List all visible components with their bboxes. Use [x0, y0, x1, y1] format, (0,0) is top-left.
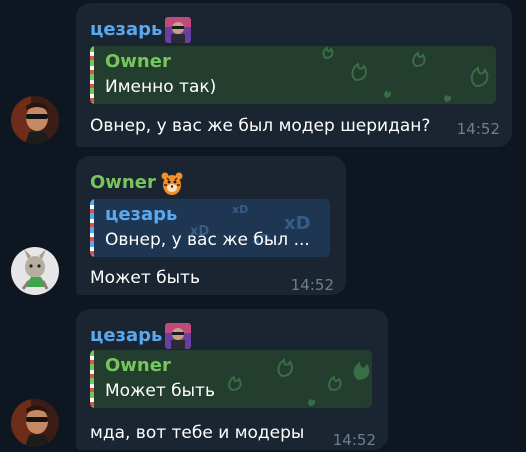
user-avatar[interactable] — [11, 247, 59, 295]
svg-text:xD: xD — [232, 203, 248, 216]
message-time: 14:52 — [456, 120, 500, 138]
message-row-1: цезарь Owner Именно так) Овнер, у вас же… — [0, 0, 526, 150]
sender-name[interactable]: цезарь — [90, 323, 192, 349]
reply-quote[interactable]: Owner Может быть — [90, 350, 372, 408]
sender-name[interactable]: Owner — [90, 170, 185, 196]
tiger-emoji-icon — [159, 170, 185, 196]
message-time: 14:52 — [290, 276, 334, 294]
sender-name[interactable]: цезарь — [90, 17, 192, 43]
message-text: Овнер, у вас же был модер шеридан? — [90, 116, 431, 136]
message-bubble[interactable]: цезарь — [76, 3, 512, 147]
reply-quote[interactable]: Owner Именно так) — [90, 46, 496, 104]
portrait-emoji-icon — [165, 323, 192, 349]
reply-sender-name: Owner — [105, 51, 171, 72]
reply-sender-name: Owner — [105, 355, 171, 376]
reply-accent-bar — [90, 46, 94, 104]
reply-accent-bar — [90, 350, 94, 408]
reply-text: Именно так) — [105, 77, 217, 97]
reply-quote[interactable]: xD xD xD xD цезарь Овнер, у вас же был .… — [90, 199, 330, 257]
user-avatar[interactable] — [11, 96, 59, 144]
reply-sender-name: цезарь — [105, 204, 178, 225]
message-text: мда, вот тебе и модеры — [90, 423, 305, 443]
portrait-emoji-icon — [165, 17, 192, 43]
user-avatar[interactable] — [11, 399, 59, 447]
quote-pattern — [322, 46, 489, 102]
message-row-2: Owner xD xD xD xD цезарь Овнер, у вас же… — [0, 150, 526, 300]
reply-text: Овнер, у вас же был ... — [105, 230, 310, 250]
reply-accent-bar — [90, 199, 94, 257]
message-bubble[interactable]: Owner xD xD xD xD цезарь Овнер, у вас же… — [76, 156, 346, 295]
message-row-3: цезарь Owner Может быть мда, вот тебе и … — [0, 300, 526, 452]
message-text: Может быть — [90, 268, 200, 288]
message-bubble[interactable]: цезарь — [76, 309, 388, 450]
message-time: 14:52 — [332, 431, 376, 449]
reply-text: Может быть — [105, 381, 215, 401]
